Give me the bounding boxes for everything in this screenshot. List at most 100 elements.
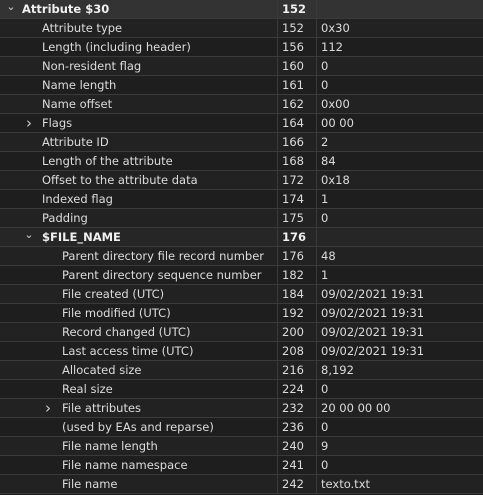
field-name: Padding bbox=[42, 211, 88, 225]
tree-row-record-changed-utc[interactable]: Record changed (UTC) 200 09/02/2021 19:31 bbox=[0, 323, 483, 342]
tree-row-last-access-time-utc[interactable]: Last access time (UTC) 208 09/02/2021 19:3… bbox=[0, 342, 483, 361]
field-value: 0x00 bbox=[321, 97, 350, 111]
offset-value: 172 bbox=[282, 173, 304, 187]
value-cell: 9 bbox=[317, 437, 483, 455]
chevron-right-icon[interactable]: › bbox=[24, 114, 34, 132]
offset-value: 174 bbox=[282, 192, 304, 206]
offset-value: 242 bbox=[282, 477, 304, 491]
tree-row-parent-directory-file-record-number[interactable]: Parent directory file record number 176 48 bbox=[0, 247, 483, 266]
offset-cell: 160 bbox=[278, 57, 317, 75]
tree-row-attribute-type[interactable]: Attribute type 152 0x30 bbox=[0, 19, 483, 38]
value-cell: 09/02/2021 19:31 bbox=[317, 285, 483, 303]
tree-row-indexed-flag[interactable]: Indexed flag 174 1 bbox=[0, 190, 483, 209]
offset-cell: 208 bbox=[278, 342, 317, 360]
field-name: File attributes bbox=[62, 401, 142, 415]
offset-value: 166 bbox=[282, 135, 304, 149]
field-name-cell: Offset to the attribute data bbox=[0, 171, 278, 189]
value-cell: 00 00 bbox=[317, 114, 483, 132]
field-name: Length (including header) bbox=[42, 40, 191, 54]
field-name: $FILE_NAME bbox=[42, 230, 121, 244]
field-value: 48 bbox=[321, 249, 336, 263]
field-value bbox=[317, 2, 321, 16]
tree-row-attribute-30[interactable]: ⌄ Attribute $30 152 bbox=[0, 0, 483, 19]
attribute-tree-view[interactable]: ⌄ Attribute $30 152 Attribute type 152 0x30 Le… bbox=[0, 0, 483, 495]
field-value: 9 bbox=[321, 439, 329, 453]
tree-row-file-modified-utc[interactable]: File modified (UTC) 192 09/02/2021 19:31 bbox=[0, 304, 483, 323]
tree-row-attribute-id[interactable]: Attribute ID 166 2 bbox=[0, 133, 483, 152]
field-name-cell: Name length bbox=[0, 76, 278, 94]
tree-row-file-name-length[interactable]: File name length 240 9 bbox=[0, 437, 483, 456]
tree-row-real-size[interactable]: Real size 224 0 bbox=[0, 380, 483, 399]
tree-row-file-name-namespace[interactable]: File name namespace 241 0 bbox=[0, 456, 483, 475]
offset-cell: 176 bbox=[278, 228, 317, 246]
field-value: 20 00 00 00 bbox=[321, 401, 391, 415]
field-value: 09/02/2021 19:31 bbox=[321, 325, 425, 339]
field-name-cell: Attribute ID bbox=[0, 133, 278, 151]
value-cell: 0 bbox=[317, 57, 483, 75]
field-value: 0 bbox=[321, 382, 329, 396]
chevron-right-icon[interactable]: › bbox=[43, 399, 53, 417]
offset-value: 241 bbox=[282, 458, 304, 472]
field-value: 1 bbox=[321, 268, 329, 282]
offset-cell: 152 bbox=[278, 19, 317, 37]
value-cell: 09/02/2021 19:31 bbox=[317, 342, 483, 360]
tree-row-non-resident-flag[interactable]: Non-resident flag 160 0 bbox=[0, 57, 483, 76]
field-name: Indexed flag bbox=[42, 192, 113, 206]
tree-row-file-attributes[interactable]: › File attributes 232 20 00 00 00 bbox=[0, 399, 483, 418]
tree-row-file-name[interactable]: File name 242 texto.txt bbox=[0, 475, 483, 494]
tree-row-padding[interactable]: Padding 175 0 bbox=[0, 209, 483, 228]
field-name-cell: Last access time (UTC) bbox=[0, 342, 278, 360]
tree-row-length-of-the-attribute[interactable]: Length of the attribute 168 84 bbox=[0, 152, 483, 171]
offset-value: 208 bbox=[282, 344, 304, 358]
offset-value: 184 bbox=[282, 287, 304, 301]
field-value: 1 bbox=[321, 192, 329, 206]
tree-row-parent-directory-sequence-number[interactable]: Parent directory sequence number 182 1 bbox=[0, 266, 483, 285]
chevron-down-icon[interactable]: ⌄ bbox=[6, 0, 16, 16]
tree-row-file-created-utc[interactable]: File created (UTC) 184 09/02/2021 19:31 bbox=[0, 285, 483, 304]
field-name-cell: Non-resident flag bbox=[0, 57, 278, 75]
offset-cell: 182 bbox=[278, 266, 317, 284]
field-name: Parent directory file record number bbox=[62, 249, 265, 263]
value-cell: 2 bbox=[317, 133, 483, 151]
offset-value: 152 bbox=[282, 21, 304, 35]
field-value: 09/02/2021 19:31 bbox=[321, 287, 425, 301]
offset-cell: 176 bbox=[278, 247, 317, 265]
offset-cell: 168 bbox=[278, 152, 317, 170]
tree-row-length-including-header[interactable]: Length (including header) 156 112 bbox=[0, 38, 483, 57]
value-cell: 8,192 bbox=[317, 361, 483, 379]
field-name: Parent directory sequence number bbox=[62, 268, 262, 282]
value-cell: 0 bbox=[317, 456, 483, 474]
offset-cell: 240 bbox=[278, 437, 317, 455]
value-cell: 0x18 bbox=[317, 171, 483, 189]
value-cell: 0x00 bbox=[317, 95, 483, 113]
chevron-down-icon[interactable]: ⌄ bbox=[24, 228, 34, 244]
field-name: Name offset bbox=[42, 97, 113, 111]
offset-value: 240 bbox=[282, 439, 304, 453]
field-name-cell: Allocated size bbox=[0, 361, 278, 379]
tree-row-allocated-size[interactable]: Allocated size 216 8,192 bbox=[0, 361, 483, 380]
tree-row-flags[interactable]: › Flags 164 00 00 bbox=[0, 114, 483, 133]
offset-value: 232 bbox=[282, 401, 304, 415]
field-value: 00 00 bbox=[321, 116, 354, 130]
offset-value: 160 bbox=[282, 59, 304, 73]
tree-row-name-offset[interactable]: Name offset 162 0x00 bbox=[0, 95, 483, 114]
field-value: 0 bbox=[321, 78, 329, 92]
offset-value: 152 bbox=[282, 2, 307, 16]
value-cell: texto.txt bbox=[317, 475, 483, 493]
tree-row-used-by-eas-and-reparse[interactable]: (used by EAs and reparse) 236 0 bbox=[0, 418, 483, 437]
value-cell: 09/02/2021 19:31 bbox=[317, 304, 483, 322]
offset-cell: 184 bbox=[278, 285, 317, 303]
offset-value: 175 bbox=[282, 211, 304, 225]
tree-row-name-length[interactable]: Name length 161 0 bbox=[0, 76, 483, 95]
tree-row-file-name[interactable]: ⌄ $FILE_NAME 176 bbox=[0, 228, 483, 247]
offset-cell: 152 bbox=[278, 0, 317, 18]
field-name-cell: › File attributes bbox=[0, 399, 278, 417]
value-cell: 0 bbox=[317, 76, 483, 94]
offset-cell: 192 bbox=[278, 304, 317, 322]
offset-value: 224 bbox=[282, 382, 304, 396]
field-name: File name bbox=[62, 477, 118, 491]
field-name-cell: Name offset bbox=[0, 95, 278, 113]
field-value: 2 bbox=[321, 135, 329, 149]
field-value: 84 bbox=[321, 154, 336, 168]
tree-row-offset-to-the-attribute-data[interactable]: Offset to the attribute data 172 0x18 bbox=[0, 171, 483, 190]
